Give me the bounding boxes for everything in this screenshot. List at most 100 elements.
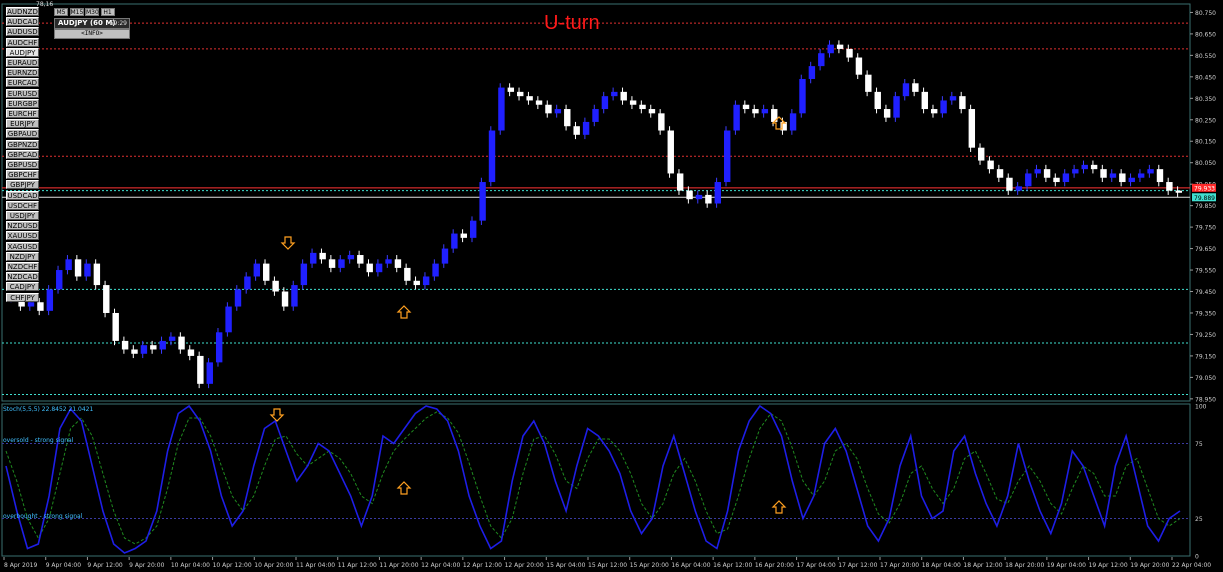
- candle-body: [159, 340, 166, 350]
- candle-body: [582, 121, 590, 135]
- symbol-button-audusd[interactable]: AUDUSD: [6, 27, 39, 37]
- x-tick-label: 11 Apr 12:00: [338, 562, 377, 569]
- signal-arrows: [269, 116, 787, 514]
- candle-body: [752, 109, 759, 114]
- symbol-button-nzdchf[interactable]: NZDCHF: [6, 262, 39, 271]
- panel-title-text: AUDJPY (60 M): [58, 19, 116, 27]
- y-tick-label: 80.050: [1195, 160, 1216, 167]
- candle-body: [865, 74, 872, 92]
- candle-body: [1175, 190, 1182, 193]
- symbol-button-gbpcad[interactable]: GBPCAD: [6, 149, 39, 159]
- candle-body: [1081, 164, 1088, 170]
- candle-body: [959, 96, 966, 110]
- candle-body: [1109, 173, 1117, 178]
- candle-body: [460, 233, 467, 238]
- candle-body: [601, 96, 609, 110]
- price-chart[interactable]: 80.750 80.650 80.550 80.450 80.350 80.250 80.1…: [0, 0, 1223, 572]
- symbol-button-eurchf[interactable]: EURCHF: [6, 109, 39, 118]
- symbol-button-xauusd[interactable]: XAUUSD: [6, 231, 39, 241]
- symbol-button-audcad[interactable]: AUDCAD: [6, 17, 39, 27]
- candle-body: [253, 263, 261, 277]
- candle-body: [686, 190, 693, 200]
- candle-body: [658, 113, 665, 131]
- symbol-button-nzdcad[interactable]: NZDCAD: [6, 272, 39, 282]
- candle-body: [883, 109, 891, 118]
- y-tick-label: 80.150: [1195, 139, 1216, 146]
- symbol-button-audnzd[interactable]: AUDNZD: [6, 7, 39, 16]
- symbol-button-cadjpy[interactable]: CADJPY: [6, 282, 39, 292]
- candle-body: [620, 91, 627, 101]
- candle-body: [554, 109, 562, 114]
- symbol-button-audjpy[interactable]: AUDJPY: [6, 47, 39, 57]
- x-tick-label: 16 Apr 20:00: [755, 562, 794, 569]
- y-tick-label: 79.850: [1195, 203, 1216, 210]
- candle-body: [65, 259, 72, 271]
- x-tick-label: 9 Apr 04:00: [46, 562, 81, 569]
- candle-body: [1053, 177, 1060, 183]
- timeframe-button-h1[interactable]: H1: [100, 8, 115, 16]
- symbol-button-usdjpy[interactable]: USDJPY: [6, 211, 39, 220]
- candle-body: [234, 289, 242, 307]
- symbol-button-eurusd[interactable]: EURUSD: [6, 88, 39, 98]
- candle-body: [827, 44, 834, 54]
- price-panel: [1, 3, 1191, 402]
- symbol-button-nzdusd[interactable]: NZDUSD: [6, 221, 39, 231]
- symbol-button-eurnzd[interactable]: EURNZD: [6, 68, 39, 78]
- candle-body: [1025, 173, 1032, 187]
- symbol-button-usdcad[interactable]: USDCAD: [6, 190, 39, 200]
- candle-body: [300, 263, 308, 286]
- price-label-ask: 79.889: [1194, 195, 1215, 202]
- x-tick-label: 11 Apr 04:00: [296, 562, 335, 569]
- symbol-button-audchf[interactable]: AUDCHF: [6, 37, 39, 47]
- x-tick-label: 19 Apr 04:00: [1047, 562, 1086, 569]
- symbol-button-eurgbp[interactable]: EURGBP: [6, 98, 39, 108]
- candle-body: [535, 100, 543, 105]
- candle-body: [1072, 169, 1079, 174]
- candle-body: [996, 169, 1004, 178]
- x-tick-label: 9 Apr 20:00: [129, 562, 164, 569]
- panel-timer: 59:29: [109, 20, 127, 27]
- symbol-button-xagusd[interactable]: XAGUSD: [6, 241, 39, 251]
- symbol-button-usdchf[interactable]: USDCHF: [6, 200, 39, 210]
- symbol-button-gbpusd[interactable]: GBPUSD: [6, 160, 39, 169]
- symbol-button-gbpchf[interactable]: GBPCHF: [6, 170, 39, 180]
- symbol-button-gbpaud[interactable]: GBPAUD: [6, 129, 39, 139]
- candle-body: [103, 285, 110, 313]
- symbol-button-euraud[interactable]: EURAUD: [6, 58, 39, 67]
- symbol-button-chfjpy[interactable]: CHFJPY: [6, 292, 39, 302]
- indicator-frame: [1, 403, 1191, 557]
- timeframe-button-m15[interactable]: M15: [69, 8, 84, 16]
- symbol-button-gbpjpy[interactable]: GBPJPY: [6, 180, 39, 190]
- timeframe-button-m5[interactable]: M5: [54, 8, 68, 16]
- candle-body: [291, 285, 298, 307]
- stoch-level-label: 25: [1195, 516, 1203, 523]
- symbol-button-nzdjpy[interactable]: NZDJPY: [6, 251, 39, 261]
- candle-body: [761, 109, 769, 114]
- x-tick-label: 15 Apr 04:00: [546, 562, 585, 569]
- candle-body: [987, 160, 994, 170]
- candle-body: [1062, 173, 1070, 183]
- candle-body: [1015, 186, 1023, 191]
- candle-body: [27, 302, 35, 307]
- candle-body: [394, 259, 402, 268]
- candle-body: [385, 259, 392, 264]
- candle-body: [263, 263, 270, 281]
- candle-body: [488, 130, 496, 183]
- info-button[interactable]: <INFO>: [54, 29, 130, 39]
- candle-body: [168, 336, 176, 341]
- candle-body: [818, 53, 825, 67]
- arrow-up-icon: [396, 481, 412, 495]
- candle-body: [1043, 169, 1051, 178]
- symbol-button-eurcad[interactable]: EURCAD: [6, 78, 39, 88]
- symbol-button-gbpnzd[interactable]: GBPNZD: [6, 139, 39, 149]
- x-tick-label: 15 Apr 20:00: [630, 562, 669, 569]
- candle-body: [197, 355, 204, 384]
- y-tick-label: 78.950: [1195, 396, 1216, 403]
- timeframe-button-m30[interactable]: M30: [85, 8, 99, 16]
- candle-body: [404, 267, 411, 281]
- symbol-button-eurjpy[interactable]: EURJPY: [6, 119, 39, 129]
- candle-body: [112, 312, 119, 341]
- oversold-label: oversold - strong signal: [3, 437, 74, 444]
- candle-body: [808, 66, 816, 79]
- candle-body: [310, 252, 317, 264]
